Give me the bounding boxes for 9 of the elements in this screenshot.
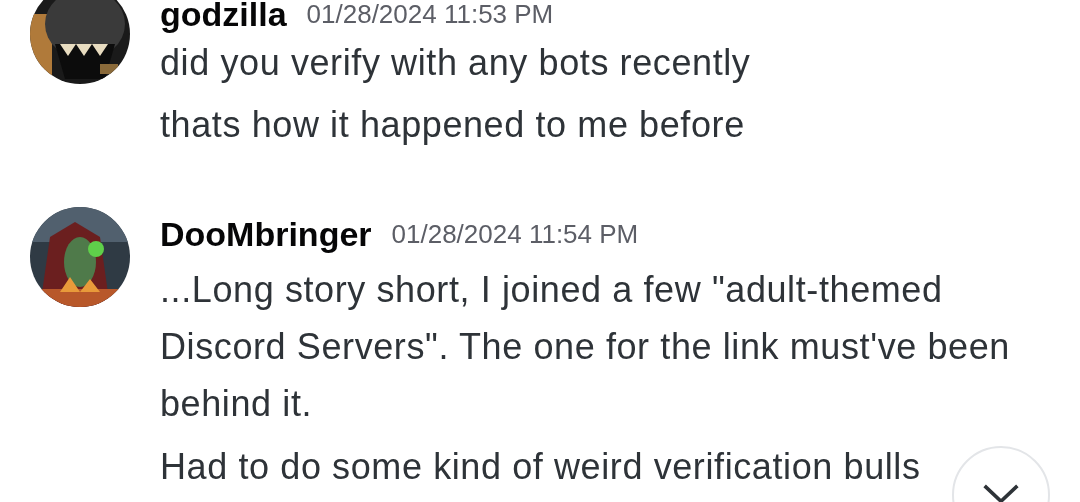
chevron-down-icon xyxy=(982,484,1020,502)
timestamp: 01/28/2024 11:53 PM xyxy=(306,0,554,30)
message-text: thats how it happened to me before xyxy=(160,103,745,147)
timestamp: 01/28/2024 11:54 PM xyxy=(391,218,639,250)
username[interactable]: DooMbringer xyxy=(160,214,372,254)
message-text: did you verify with any bots recently xyxy=(160,41,751,85)
message-text: ...Long story short, I joined a few "adult-themed Discord Servers". The one for the link must've been behind it. xyxy=(160,268,1011,426)
username[interactable]: godzilla xyxy=(160,0,287,34)
message-text: Had to do some kind of weird verification bulls xyxy=(160,445,921,489)
